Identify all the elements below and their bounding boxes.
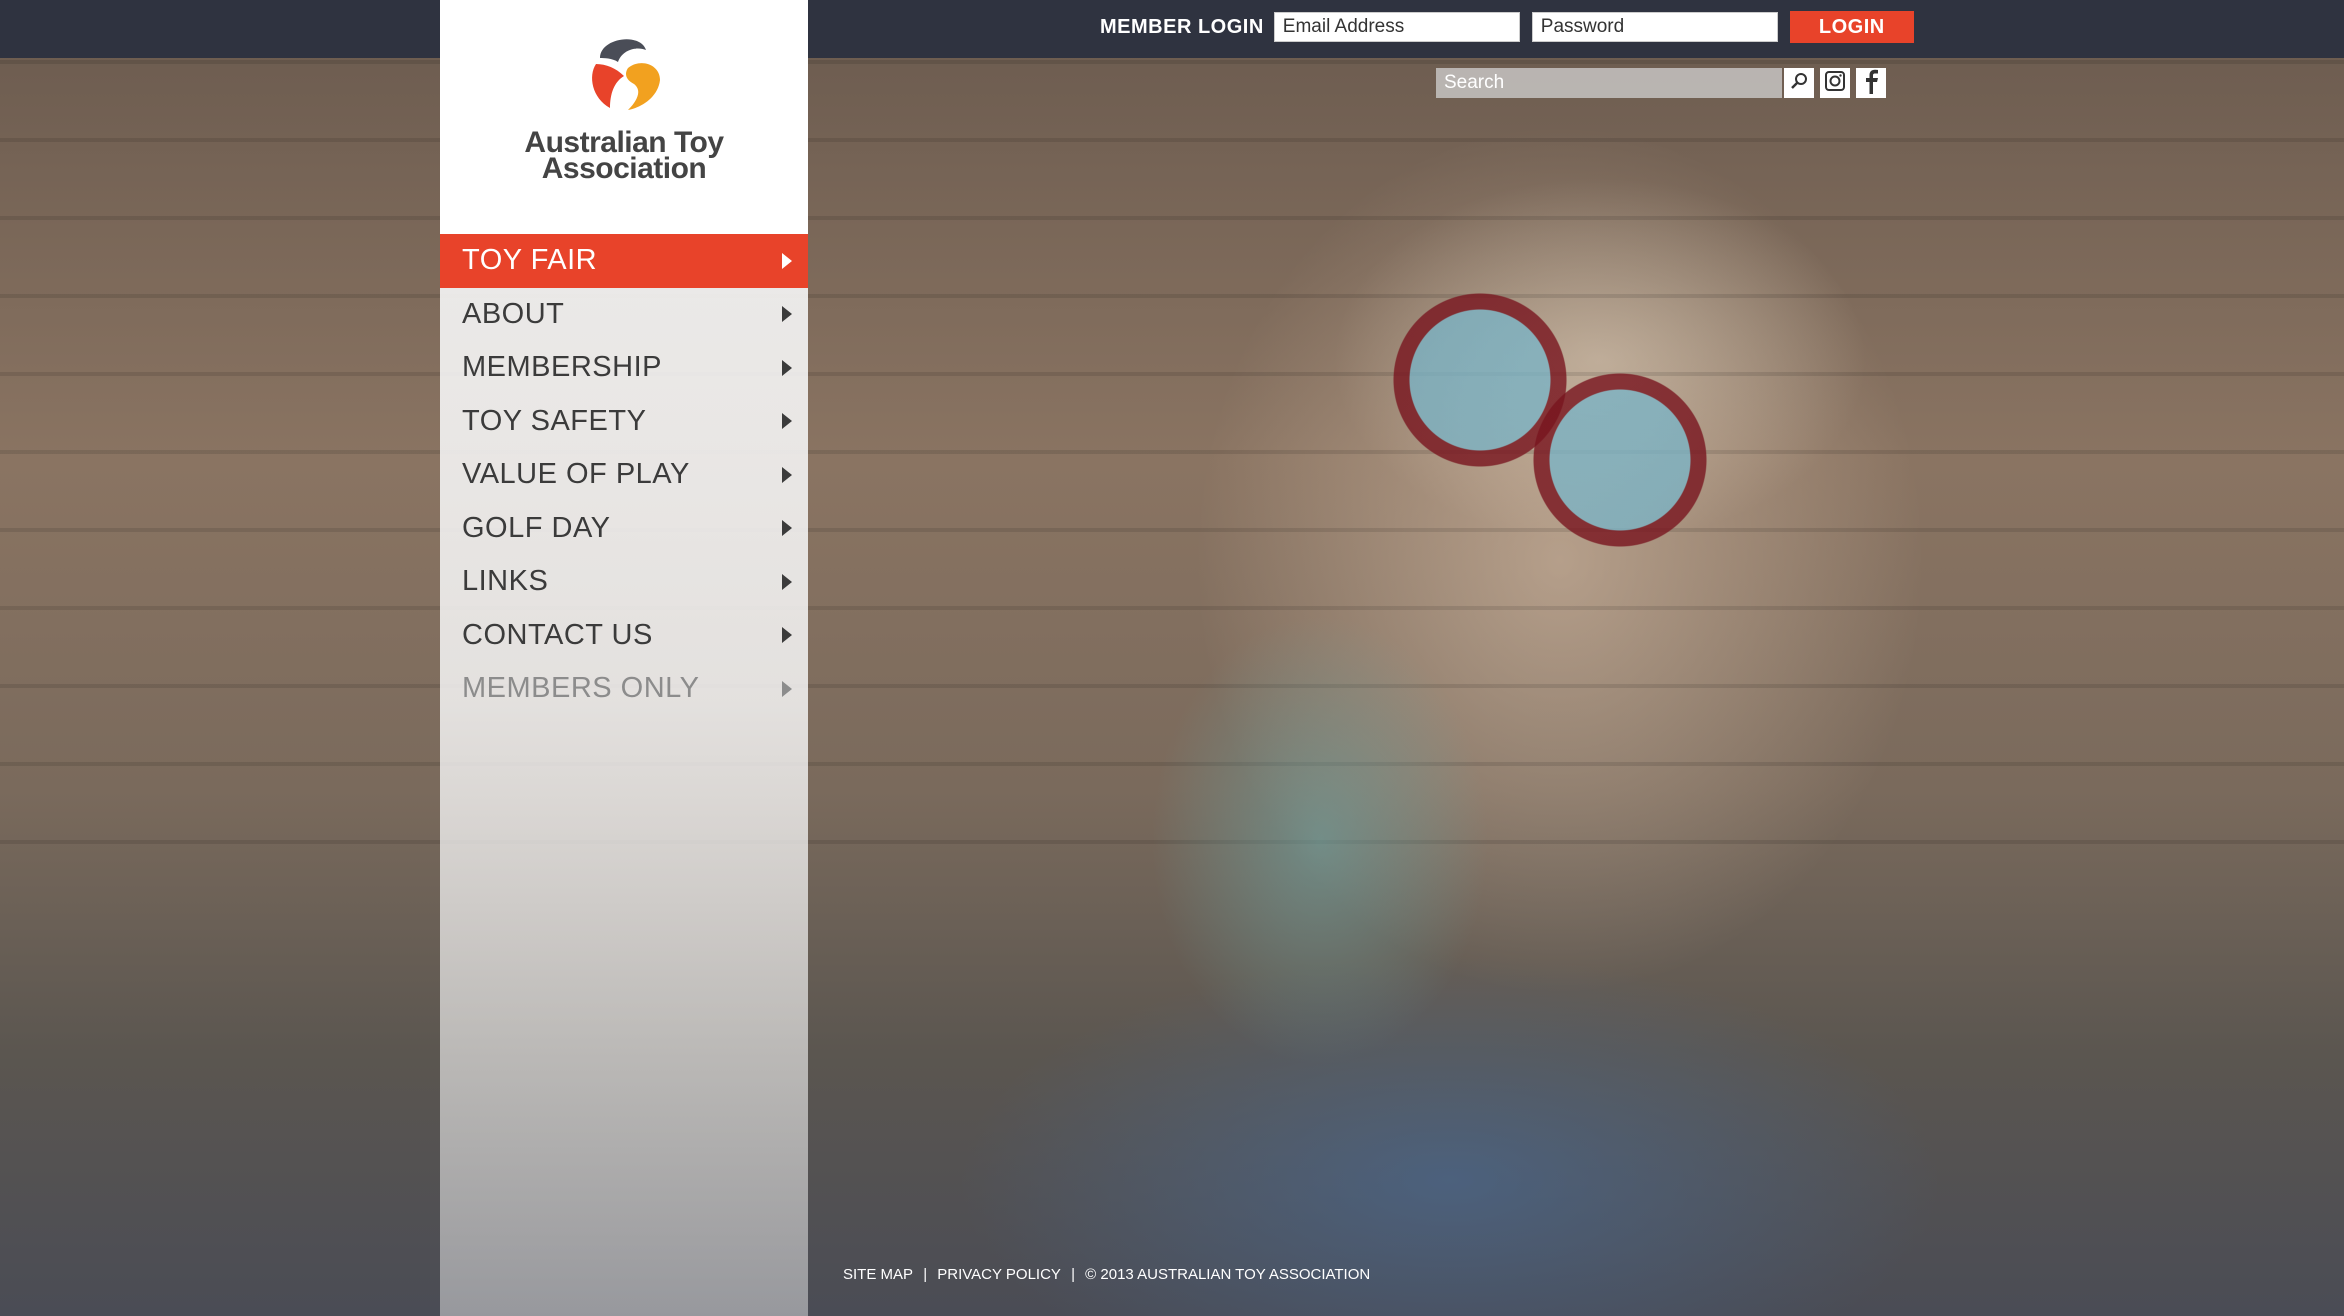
- site-map-link[interactable]: SITE MAP: [843, 1266, 913, 1283]
- goggles-shape: [1370, 270, 1790, 570]
- logo[interactable]: Australian Toy Association: [440, 28, 808, 198]
- email-field[interactable]: [1273, 12, 1520, 42]
- chevron-right-icon: [782, 359, 792, 376]
- login-button[interactable]: LOGIN: [1789, 11, 1914, 43]
- nav-item-golf-day[interactable]: GOLF DAY: [440, 502, 808, 556]
- nav-item-label: TOY FAIR: [462, 244, 598, 277]
- privacy-policy-link[interactable]: PRIVACY POLICY: [937, 1266, 1061, 1283]
- chevron-right-icon: [782, 252, 792, 269]
- nav-item-membership[interactable]: MEMBERSHIP: [440, 341, 808, 395]
- chevron-right-icon: [782, 413, 792, 430]
- chevron-right-icon: [782, 306, 792, 323]
- instagram-icon: [1824, 70, 1846, 97]
- main-nav: TOY FAIR ABOUT MEMBERSHIP TOY SAFETY VAL…: [440, 234, 808, 716]
- footer-separator: |: [923, 1266, 928, 1283]
- search-input[interactable]: [1436, 68, 1782, 98]
- nav-item-toy-fair[interactable]: TOY FAIR: [440, 234, 808, 288]
- search-bar: [1436, 68, 1886, 98]
- nav-item-links[interactable]: LINKS: [440, 555, 808, 609]
- nav-item-label: ABOUT: [462, 297, 565, 330]
- footer: SITE MAP | PRIVACY POLICY | © 2013 AUSTR…: [840, 1266, 1373, 1283]
- instagram-link[interactable]: [1820, 68, 1850, 98]
- footer-separator: |: [1071, 1266, 1075, 1283]
- nav-item-label: TOY SAFETY: [462, 404, 647, 437]
- nav-item-label: VALUE OF PLAY: [462, 458, 690, 491]
- top-bar: MEMBER LOGIN LOGIN: [0, 0, 2344, 58]
- brand-name-line2: Association: [541, 152, 707, 185]
- facebook-link[interactable]: [1856, 68, 1886, 98]
- chevron-right-icon: [782, 520, 792, 537]
- chevron-right-icon: [782, 466, 792, 483]
- nav-item-label: LINKS: [462, 565, 549, 598]
- nav-item-toy-safety[interactable]: TOY SAFETY: [440, 395, 808, 449]
- nav-item-value-of-play[interactable]: VALUE OF PLAY: [440, 448, 808, 502]
- nav-item-label: MEMBERS ONLY: [462, 672, 700, 705]
- password-field[interactable]: [1531, 12, 1778, 42]
- copyright-text: © 2013 AUSTRALIAN TOY ASSOCIATION: [1085, 1266, 1371, 1283]
- hero-background-image: [0, 0, 2344, 1316]
- member-login-label: MEMBER LOGIN: [1100, 15, 1264, 38]
- sidebar: Australian Toy Association TOY FAIR ABOU…: [440, 0, 808, 1316]
- nav-item-label: GOLF DAY: [462, 511, 611, 544]
- nav-item-label: MEMBERSHIP: [462, 351, 662, 384]
- nav-item-label: CONTACT US: [462, 618, 653, 651]
- search-icon: [1790, 72, 1808, 95]
- brand-name: Australian Toy Association: [440, 128, 808, 185]
- facebook-icon: [1860, 68, 1882, 99]
- chevron-right-icon: [782, 573, 792, 590]
- chevron-right-icon: [782, 680, 792, 697]
- nav-item-about[interactable]: ABOUT: [440, 288, 808, 342]
- member-login-form: MEMBER LOGIN LOGIN: [1100, 10, 1914, 44]
- nav-item-members-only[interactable]: MEMBERS ONLY: [440, 662, 808, 716]
- search-button[interactable]: [1784, 68, 1814, 98]
- logo-mark-icon: [440, 28, 808, 116]
- chevron-right-icon: [782, 627, 792, 644]
- nav-item-contact-us[interactable]: CONTACT US: [440, 609, 808, 663]
- scarf-shape: [1080, 520, 1560, 1160]
